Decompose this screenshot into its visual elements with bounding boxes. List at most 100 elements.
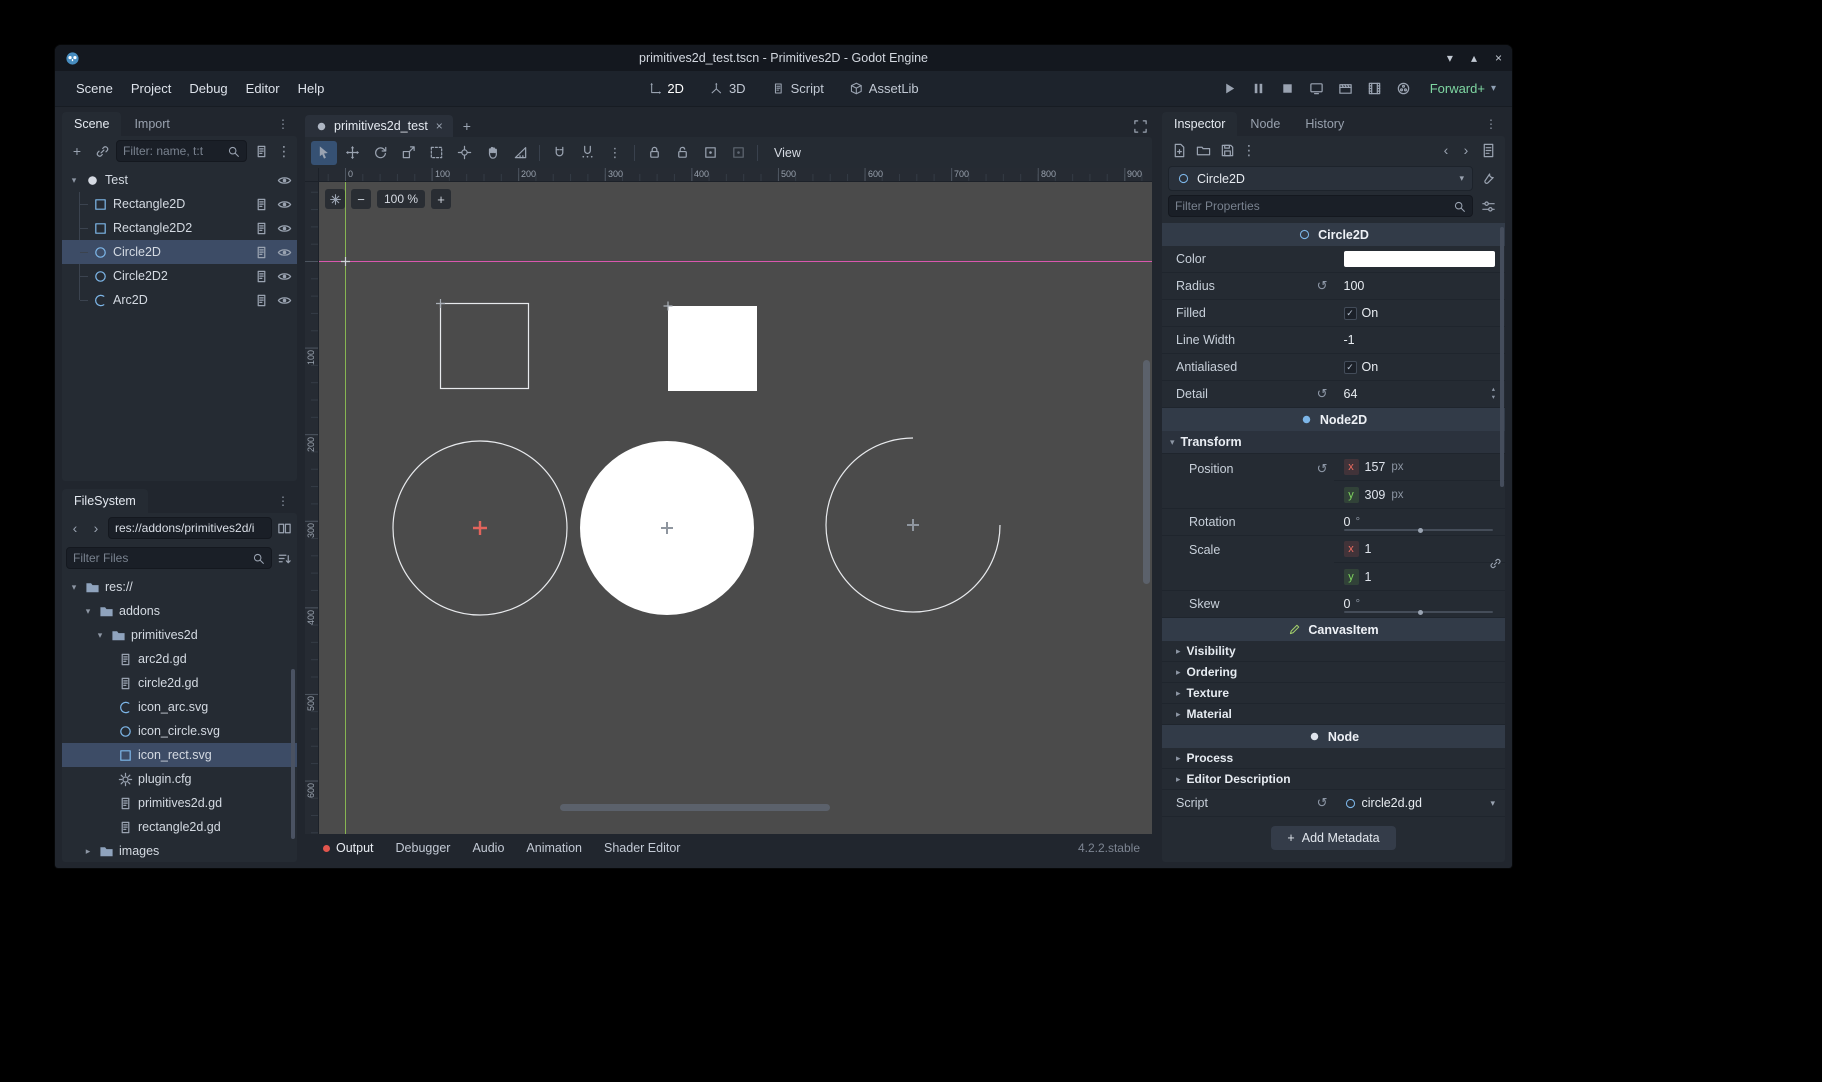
fs-row-file[interactable]: arc2d.gd (62, 647, 297, 671)
group-visibility[interactable]: ▸Visibility (1162, 641, 1505, 662)
visibility-eye-icon[interactable] (275, 193, 293, 215)
group-transform[interactable]: ▾ Transform (1162, 431, 1505, 454)
tab-inspector[interactable]: Inspector (1162, 112, 1237, 136)
position-y-field[interactable]: y 309 px (1334, 481, 1506, 508)
visibility-eye-icon[interactable] (275, 289, 293, 311)
inspector-scrollbar[interactable] (1500, 227, 1504, 487)
ruler-tool-button[interactable] (507, 141, 533, 165)
play-scene-button[interactable] (1333, 77, 1358, 101)
group-process[interactable]: ▸Process (1162, 748, 1505, 769)
script-attached-icon[interactable] (252, 241, 270, 263)
load-resource-button[interactable] (1192, 139, 1214, 161)
rotate-tool-button[interactable] (367, 141, 393, 165)
rotation-slider[interactable] (1344, 529, 1494, 531)
fs-row-file[interactable]: circle2d.gd (62, 671, 297, 695)
split-view-icon[interactable] (275, 517, 293, 539)
ungroup-button[interactable] (725, 141, 751, 165)
pivot-tool-button[interactable] (451, 141, 477, 165)
extra-resource-options-icon[interactable] (1477, 168, 1499, 190)
movie-mode-button[interactable] (1391, 77, 1416, 101)
bottom-tab-output[interactable]: Output (313, 837, 384, 859)
remote-debug-button[interactable] (1304, 77, 1329, 101)
zoom-level[interactable]: 100 % (377, 190, 425, 208)
expand-arrow-icon[interactable]: ▾ (94, 630, 106, 641)
path-field[interactable] (108, 517, 272, 539)
script-field[interactable]: circle2d.gd ▾ (1334, 790, 1506, 816)
property-filter-input[interactable] (1175, 199, 1449, 213)
scale-y-field[interactable]: y 1 (1334, 563, 1506, 590)
property-row-position[interactable]: Position↺ x 157 px y 309 px (1162, 454, 1505, 509)
mode-2d-button[interactable]: 2D (640, 78, 692, 99)
zoom-in-button[interactable]: + (431, 189, 451, 209)
pan-tool-button[interactable] (479, 141, 505, 165)
fs-row-file[interactable]: rectangle2d.gd (62, 815, 297, 839)
fs-row-folder[interactable]: ▾ addons (62, 599, 297, 623)
new-tab-button[interactable]: + (455, 115, 479, 137)
fs-row-file[interactable]: icon_circle.svg (62, 719, 297, 743)
dock-menu-icon[interactable]: ⋮ (1477, 117, 1505, 136)
property-row-color[interactable]: Color (1162, 246, 1505, 273)
menu-help[interactable]: Help (289, 77, 334, 100)
bottom-tab-animation[interactable]: Animation (516, 837, 592, 859)
fs-row-folder[interactable]: ▾ primitives2d (62, 623, 297, 647)
visibility-eye-icon[interactable] (275, 217, 293, 239)
menu-debug[interactable]: Debug (180, 77, 236, 100)
visibility-eye-icon[interactable] (275, 265, 293, 287)
group-ordering[interactable]: ▸Ordering (1162, 662, 1505, 683)
snap-options-icon[interactable]: ⋮ (602, 141, 628, 165)
instance-scene-button[interactable] (91, 140, 113, 162)
group-texture[interactable]: ▸Texture (1162, 683, 1505, 704)
maximize-button[interactable]: ▴ (1471, 51, 1477, 65)
titlebar[interactable]: primitives2d_test.tscn - Primitives2D - … (55, 45, 1512, 71)
property-row-radius[interactable]: Radius↺ 100 (1162, 273, 1505, 300)
bottom-tab-debugger[interactable]: Debugger (386, 837, 461, 859)
rotation-field[interactable]: 0 ° (1334, 509, 1506, 535)
tab-filesystem[interactable]: FileSystem (62, 489, 148, 513)
script-attached-icon[interactable] (252, 265, 270, 287)
fs-row-file-selected[interactable]: icon_rect.svg (62, 743, 297, 767)
scale-x-field[interactable]: x 1 (1334, 536, 1506, 563)
distraction-free-icon[interactable] (1128, 115, 1152, 137)
scale-link-icon[interactable] (1489, 536, 1502, 590)
property-row-scale[interactable]: Scale x 1 y 1 (1162, 536, 1505, 591)
edited-object-select[interactable]: Circle2D ▾ (1168, 166, 1473, 191)
scene-tree-options-icon[interactable]: ⋮ (275, 140, 293, 162)
center-view-icon[interactable] (325, 189, 345, 209)
position-x-field[interactable]: x 157 px (1334, 454, 1506, 481)
revert-icon[interactable]: ↺ (1317, 795, 1328, 811)
close-button[interactable]: × (1495, 51, 1502, 65)
attach-script-button[interactable] (250, 140, 272, 162)
property-filter-options-icon[interactable] (1477, 195, 1499, 217)
tab-import[interactable]: Import (122, 112, 181, 136)
new-resource-button[interactable] (1168, 139, 1190, 161)
view-menu-button[interactable]: View (764, 142, 811, 164)
resource-options-icon[interactable]: ⋮ (1240, 139, 1258, 161)
mode-script-button[interactable]: Script (764, 78, 832, 99)
tab-history[interactable]: History (1293, 112, 1356, 136)
filesystem-scrollbar[interactable] (291, 669, 295, 839)
mode-3d-button[interactable]: 3D (702, 78, 754, 99)
file-filter-input[interactable] (73, 551, 248, 565)
bottom-tab-shader-editor[interactable]: Shader Editor (594, 837, 690, 859)
zoom-out-button[interactable]: − (351, 189, 371, 209)
unlock-button[interactable] (669, 141, 695, 165)
fs-row-folder[interactable]: ▾ res:// (62, 575, 297, 599)
add-node-button[interactable]: + (66, 140, 88, 162)
scene-tree-row-selected[interactable]: Circle2D (62, 240, 297, 264)
play-button[interactable] (1217, 77, 1242, 101)
property-row-line-width[interactable]: Line Width -1 (1162, 327, 1505, 354)
expand-arrow-icon[interactable]: ▾ (68, 175, 80, 186)
property-row-antialiased[interactable]: Antialiased ✓On (1162, 354, 1505, 381)
scene-tree-row[interactable]: Rectangle2D (62, 192, 297, 216)
canvas-2d[interactable]: − 100 % + (319, 182, 1152, 834)
add-metadata-button[interactable]: + Add Metadata (1271, 826, 1395, 850)
lock-button[interactable] (641, 141, 667, 165)
revert-icon[interactable]: ↺ (1317, 386, 1328, 402)
close-tab-icon[interactable]: × (436, 119, 443, 133)
scene-filter-input[interactable] (123, 144, 223, 158)
smart-snap-button[interactable] (546, 141, 572, 165)
grid-snap-button[interactable] (574, 141, 600, 165)
checkbox[interactable]: ✓ (1344, 361, 1357, 374)
minimize-button[interactable]: ▾ (1447, 51, 1453, 65)
stop-button[interactable] (1275, 77, 1300, 101)
